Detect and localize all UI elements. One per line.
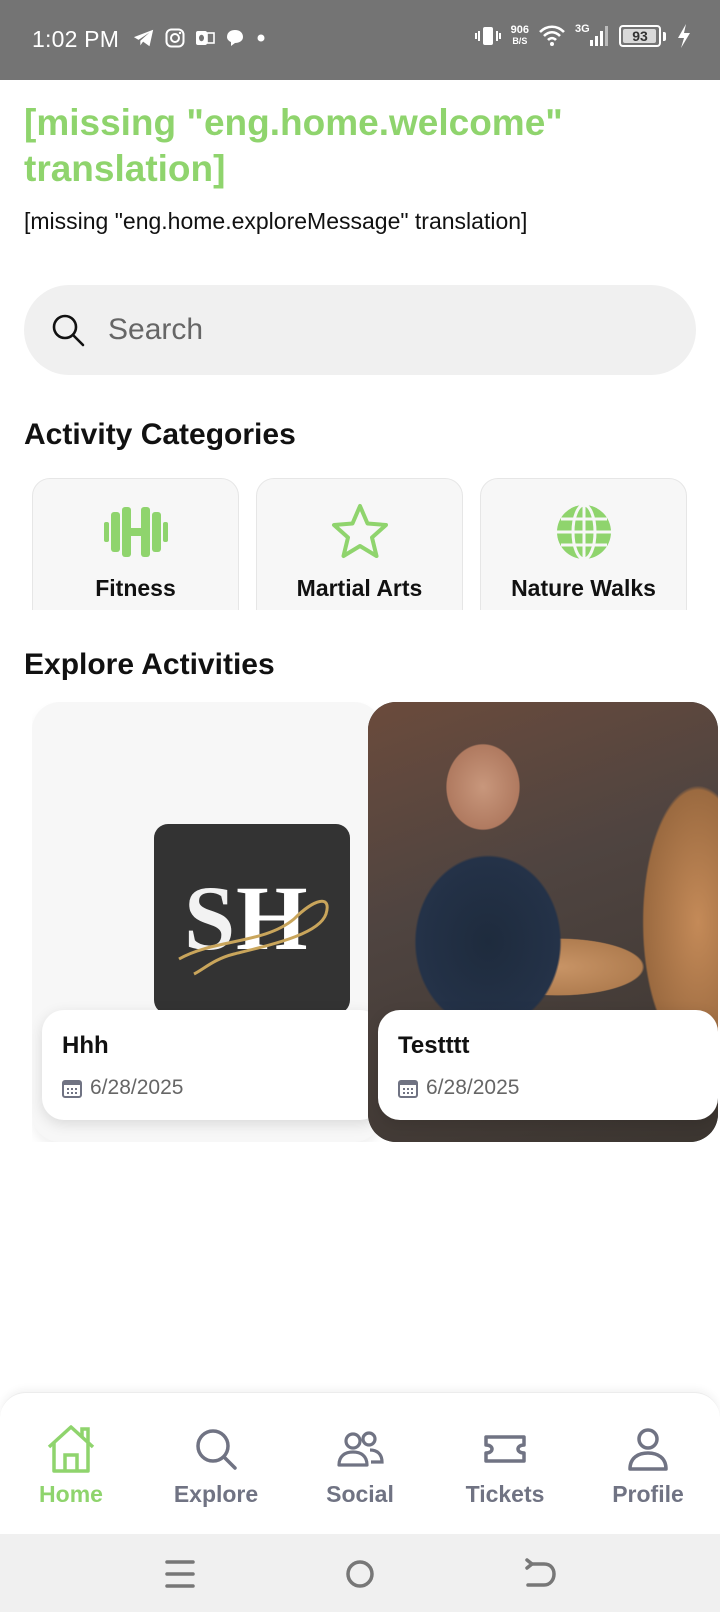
home-button-icon[interactable] — [340, 1554, 380, 1594]
net-speed-value: 906 — [510, 24, 529, 36]
activity-info: Testttt 6/28/2025 — [378, 1010, 718, 1120]
activity-card-testttt[interactable]: Testttt 6/28/2025 — [368, 702, 718, 1142]
activities-carousel[interactable]: S H Hhh 6/28/2025 Testttt 6/28/2025 — [32, 702, 720, 1142]
sh-logo: S H — [154, 824, 350, 1014]
charging-icon — [678, 24, 690, 48]
nav-label: Home — [39, 1481, 103, 1507]
search-icon — [52, 314, 85, 347]
search-input[interactable] — [108, 313, 628, 347]
nav-label: Explore — [173, 1481, 259, 1507]
category-card-martial-arts[interactable]: Martial Arts — [256, 478, 463, 610]
wifi-icon — [539, 25, 565, 46]
category-card-fitness[interactable]: Fitness — [32, 478, 239, 610]
status-time: 1:02 PM — [32, 26, 120, 52]
welcome-heading: [missing "eng.home.welcome" translation] — [24, 102, 563, 189]
net-speed: 906 B/S — [511, 25, 529, 47]
sh-logo-image: S H — [178, 867, 329, 976]
category-label: Martial Arts — [296, 575, 423, 601]
signal-icon — [590, 26, 608, 46]
search-bar[interactable] — [24, 285, 696, 375]
activity-title: Testttt — [398, 1032, 470, 1059]
telegram-icon — [133, 29, 154, 47]
category-label: Fitness — [95, 575, 176, 601]
status-bar: 1:02 PM 906 B/S 3G 93 — [0, 0, 720, 80]
category-card-nature-walks[interactable]: Nature Walks — [480, 478, 687, 610]
activity-date: 6/28/2025 — [426, 1076, 520, 1099]
calendar-icon — [398, 1080, 418, 1098]
nav-tickets[interactable]: Tickets — [445, 1421, 565, 1508]
signal-indicator: 3G — [575, 23, 609, 47]
chat-icon — [227, 30, 243, 46]
activity-title: Hhh — [62, 1032, 109, 1059]
bottom-nav: Home Explore Social Tickets Profile — [0, 1392, 720, 1534]
vibrate-icon — [474, 27, 501, 45]
home-icon — [47, 1425, 95, 1473]
notification-icons — [133, 28, 267, 48]
dumbbell-icon — [103, 507, 168, 557]
category-label: Nature Walks — [511, 575, 656, 601]
outlook-icon — [196, 31, 215, 45]
nav-label: Tickets — [465, 1481, 545, 1507]
net-speed-unit: B/S — [512, 36, 528, 46]
categories-title: Activity Categories — [24, 418, 296, 451]
person-icon — [628, 1428, 668, 1471]
system-nav-bar — [0, 1534, 720, 1612]
categories-list: Fitness Martial Arts Nature Walks — [32, 478, 720, 610]
explore-message: [missing "eng.home.exploreMessage" trans… — [24, 208, 528, 234]
back-icon[interactable] — [520, 1554, 560, 1594]
nav-profile[interactable]: Profile — [588, 1421, 708, 1508]
calendar-icon — [62, 1080, 82, 1098]
battery-cap — [663, 31, 666, 41]
nav-label: Profile — [612, 1481, 684, 1507]
globe-icon — [556, 503, 611, 561]
nav-label: Social — [326, 1481, 394, 1507]
search-icon — [196, 1429, 237, 1470]
activity-card-hhh[interactable]: S H Hhh 6/28/2025 — [32, 702, 382, 1142]
activity-date: 6/28/2025 — [90, 1076, 184, 1099]
battery-level: 93 — [632, 28, 648, 44]
activity-info: Hhh 6/28/2025 — [42, 1010, 382, 1120]
battery-icon: 93 — [619, 25, 661, 47]
star-icon — [331, 504, 388, 558]
instagram-icon — [165, 28, 185, 48]
system-status-icons: 906 B/S 3G 93 — [474, 23, 692, 48]
ticket-icon — [484, 1435, 526, 1463]
nav-social[interactable]: Social — [300, 1421, 420, 1508]
dot-icon — [257, 34, 265, 42]
menu-icon[interactable] — [160, 1554, 200, 1594]
people-icon — [337, 1431, 384, 1467]
nav-explore[interactable]: Explore — [156, 1421, 276, 1508]
activities-title: Explore Activities — [24, 648, 275, 681]
network-type: 3G — [575, 23, 590, 35]
nav-home[interactable]: Home — [11, 1421, 131, 1508]
